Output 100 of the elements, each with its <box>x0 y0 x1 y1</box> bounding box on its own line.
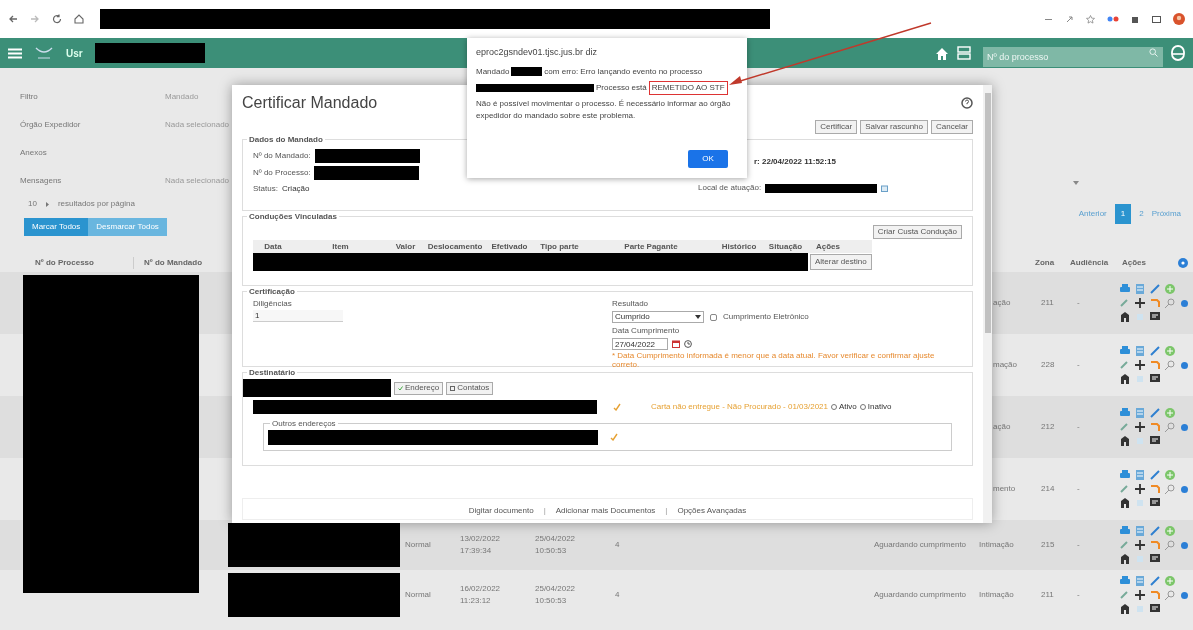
caret-icon <box>695 315 701 319</box>
table-cell-text: 211 <box>1041 297 1055 309</box>
info-dot-icon[interactable] <box>1181 485 1188 493</box>
info-dot-icon[interactable] <box>1181 361 1188 369</box>
check-icon <box>610 433 618 441</box>
table-cell-text: 11:23:12 <box>460 595 492 607</box>
scrollbar[interactable] <box>983 85 992 523</box>
table-cell-text: - <box>1076 359 1081 371</box>
settings-icon[interactable] <box>1178 258 1188 268</box>
extension-icon[interactable] <box>1107 14 1119 24</box>
avatar-icon[interactable] <box>1173 13 1185 25</box>
column-header: Valor <box>394 240 417 253</box>
help-icon[interactable] <box>961 97 973 109</box>
table-cell-text: 215 <box>1041 539 1056 551</box>
plus-circle-icon[interactable] <box>1164 345 1176 357</box>
column-header: Item <box>331 240 350 253</box>
table-cell-text: 4 <box>615 539 621 551</box>
column-header: Audiência <box>1070 257 1110 269</box>
star-icon[interactable] <box>1086 14 1095 24</box>
cross-icon[interactable] <box>1134 539 1146 551</box>
chat-icon[interactable] <box>1149 553 1161 565</box>
caret-icon <box>44 201 50 207</box>
footer-link[interactable]: Adicionar mais Documentos <box>555 505 656 517</box>
menu-icon[interactable] <box>8 47 22 59</box>
calendar-icon[interactable] <box>881 184 889 192</box>
info-dot-icon[interactable] <box>1181 591 1188 599</box>
column-header: Ações <box>1122 257 1147 269</box>
table-cell-text: ação <box>993 297 1012 309</box>
table-cell-text: Normal <box>404 539 432 551</box>
dialog-title: Certificar Mandado <box>242 93 378 113</box>
reload-icon[interactable] <box>52 14 62 24</box>
info-dot-icon[interactable] <box>1181 423 1188 431</box>
checkbox[interactable] <box>710 313 717 321</box>
column-header: Zona <box>1035 257 1056 269</box>
chat-icon[interactable] <box>1149 603 1161 615</box>
dialog-button[interactable]: Salvar rascunho <box>860 120 928 134</box>
radio-button[interactable] <box>831 404 837 410</box>
field-label: Diligências <box>253 298 293 310</box>
cross-icon[interactable] <box>1134 297 1146 309</box>
table-cell-text: - <box>1076 483 1081 495</box>
calendar-icon[interactable] <box>672 340 680 348</box>
alert-text: Não é possível movimentar o processo. É necessário informar ao órgão expedidor do mandado sobre este problema. <box>476 97 731 122</box>
chat-icon[interactable] <box>1149 311 1161 323</box>
table-cell-text: 10:50:53 <box>535 595 568 607</box>
plus-circle-icon[interactable] <box>1164 575 1176 587</box>
caret-icon <box>1073 181 1079 185</box>
chat-icon[interactable] <box>1149 373 1161 385</box>
table-cell-text: ação <box>993 421 1012 433</box>
radio-label: Ativo <box>839 401 857 413</box>
filter-label: Anexos <box>20 147 48 159</box>
column-header: Nº do Mandado <box>133 257 228 269</box>
cross-icon[interactable] <box>1134 359 1146 371</box>
alert-text: com erro: Erro lançando evento no processo <box>544 65 703 78</box>
create-button[interactable]: Criar Custa Condução <box>872 225 962 239</box>
address-button[interactable]: Contatos <box>446 381 494 395</box>
date-field[interactable]: 27/04/2022 <box>612 338 668 350</box>
plus-circle-icon[interactable] <box>1164 525 1176 537</box>
window-icon[interactable] <box>1152 14 1161 24</box>
plus-circle-icon[interactable] <box>1164 283 1176 295</box>
column-header: Histórico <box>720 240 758 253</box>
cross-icon[interactable] <box>1134 421 1146 433</box>
cross-icon[interactable] <box>1134 483 1146 495</box>
dialog-button[interactable]: Cancelar <box>931 120 973 134</box>
home-icon[interactable] <box>935 46 949 60</box>
table-cell-text: 228 <box>1041 359 1056 371</box>
table-cell-text: Aguardando cumprimento <box>874 539 968 551</box>
address-button[interactable]: Endereço <box>394 381 444 395</box>
back-icon[interactable] <box>8 14 18 24</box>
select-field[interactable]: Cumprido <box>612 311 704 323</box>
footer-link[interactable]: Digitar documento <box>468 505 534 517</box>
separator: | <box>664 505 669 517</box>
forward-icon[interactable] <box>30 14 40 24</box>
radio-button[interactable] <box>859 404 866 410</box>
chat-icon[interactable] <box>1149 435 1161 447</box>
page-size-select[interactable]: 10 <box>28 198 37 210</box>
checkbox-label: Cumprimento Eletrônico <box>723 311 809 323</box>
table-cell-text: Intimação <box>979 589 1015 601</box>
filter-label: Mensagens <box>20 175 63 187</box>
table-cell-text: 10:50:53 <box>535 545 568 557</box>
field-value: r: 22/04/2022 11:52:15 <box>754 156 837 168</box>
footer-link[interactable]: Opções Avançadas <box>677 505 747 517</box>
dialog-button[interactable]: Certificar <box>815 120 858 134</box>
field-value: Criação <box>281 183 310 195</box>
plus-circle-icon[interactable] <box>1164 469 1176 481</box>
search-field[interactable]: Nº do processo <box>983 47 1163 67</box>
home-icon[interactable] <box>74 14 84 24</box>
input-field[interactable]: 1 <box>253 310 343 322</box>
info-dot-icon[interactable] <box>1181 299 1188 307</box>
table-cell-text: - <box>1076 297 1081 309</box>
scrollbar-thumb[interactable] <box>984 93 991 333</box>
ok-button[interactable]: OK <box>688 150 728 168</box>
chat-icon[interactable] <box>1149 497 1161 509</box>
share-icon[interactable] <box>1065 14 1074 24</box>
column-header: Efetivado <box>490 240 529 253</box>
info-dot-icon[interactable] <box>1181 541 1188 549</box>
plus-circle-icon[interactable] <box>1164 407 1176 419</box>
change-destination-button[interactable]: Alterar destino <box>810 254 872 270</box>
cross-icon[interactable] <box>1134 589 1146 601</box>
page-size-label: resultados por página <box>57 198 135 210</box>
clock-icon[interactable] <box>684 340 692 348</box>
